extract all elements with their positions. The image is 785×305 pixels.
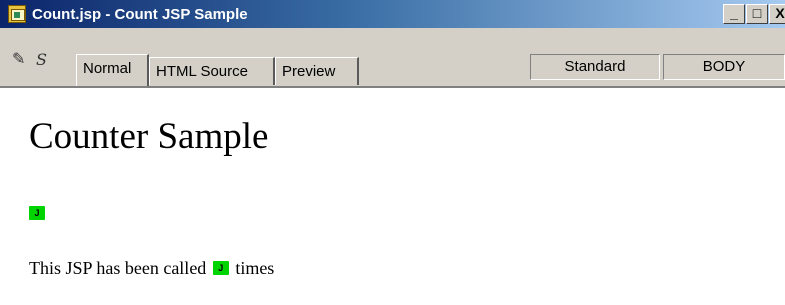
maximize-button[interactable]: □ — [746, 4, 768, 24]
jsp-code-marker-icon[interactable]: J — [29, 206, 45, 220]
jsp-file-icon — [8, 5, 26, 23]
page-heading[interactable]: Counter Sample — [29, 115, 268, 158]
window-title: Count.jsp - Count JSP Sample — [32, 5, 248, 23]
jsp-expression-marker-icon[interactable]: J — [212, 260, 229, 275]
status-element: BODY — [663, 54, 785, 80]
s-icon[interactable]: S — [36, 52, 47, 68]
window-controls: _ □ X — [723, 4, 785, 24]
tab-html-source[interactable]: HTML Source — [149, 57, 275, 85]
paragraph-text-after: times — [235, 258, 275, 278]
paragraph-text-before: This JSP has been called — [29, 258, 207, 278]
tab-normal[interactable]: Normal — [76, 54, 149, 86]
pencil-icon[interactable]: ✎ — [12, 52, 25, 68]
close-button[interactable]: X — [769, 4, 785, 24]
minimize-button[interactable]: _ — [723, 4, 745, 24]
status-mode: Standard — [530, 54, 660, 80]
counter-paragraph[interactable]: This JSP has been called J times — [29, 258, 274, 279]
window-title-bar[interactable]: Count.jsp - Count JSP Sample _ □ X — [0, 0, 785, 28]
tab-preview[interactable]: Preview — [275, 57, 359, 85]
